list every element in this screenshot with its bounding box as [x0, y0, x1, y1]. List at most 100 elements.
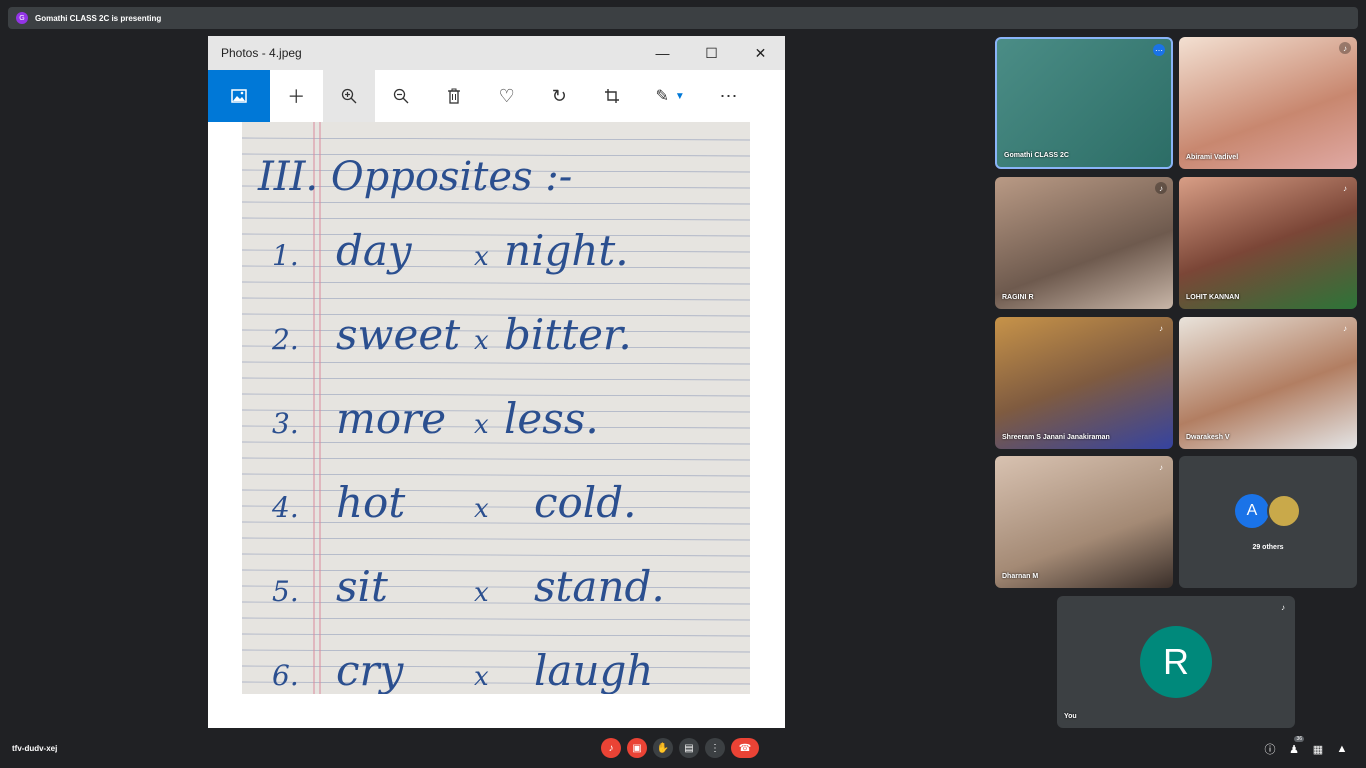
- side-panel-controls: ⓘ ♟ 36 ▦ ▲: [1258, 736, 1354, 759]
- participant-tile[interactable]: ♪ Abirami Vadivel: [1179, 37, 1357, 169]
- minimize-button[interactable]: —: [638, 36, 687, 70]
- see-all-photos-button[interactable]: [208, 70, 270, 122]
- item-opposite: night.: [504, 226, 629, 275]
- self-tile[interactable]: ♪ R You: [1057, 596, 1295, 728]
- mic-off-icon: ♪: [1159, 462, 1163, 472]
- photo-icon: [231, 89, 247, 103]
- others-tile[interactable]: A 29 others: [1179, 456, 1357, 588]
- call-controls: ♪ ▣ ✋ ▤ ⋮ ☎: [601, 738, 765, 758]
- window-titlebar[interactable]: Photos - 4.jpeg — ☐ ✕: [208, 36, 785, 70]
- favorite-button[interactable]: ♡: [480, 70, 533, 122]
- chat-button[interactable]: ▦: [1306, 739, 1330, 759]
- crop-button[interactable]: [586, 70, 639, 122]
- meeting-details-button[interactable]: ⓘ: [1258, 739, 1282, 759]
- participant-name: RAGINI R: [1002, 294, 1034, 301]
- zoom-out-icon: [394, 88, 409, 104]
- item-opposite: cold.: [534, 478, 636, 527]
- mic-toggle-button[interactable]: ♪: [601, 738, 621, 758]
- participant-tile[interactable]: ♪ Dwarakesh V: [1179, 317, 1357, 449]
- item-opposite: stand.: [534, 562, 665, 611]
- presenting-text: Gomathi CLASS 2C is presenting: [35, 13, 162, 23]
- presenter-avatar: G: [16, 12, 28, 24]
- photo-viewer-image: III. Opposites :- 1. day x night. 2. sweet x bi…: [242, 122, 750, 694]
- participant-tile[interactable]: ♪ LOHIT KANNAN: [1179, 177, 1357, 309]
- participant-tile[interactable]: ♪ Dharnan M: [995, 456, 1173, 588]
- window-title: Photos - 4.jpeg: [221, 46, 302, 60]
- info-icon: ⓘ: [1264, 744, 1276, 756]
- camera-off-icon: ▣: [632, 742, 642, 754]
- minimize-icon: —: [655, 45, 670, 61]
- more-options-icon[interactable]: ⋯: [1153, 44, 1165, 56]
- photos-toolbar: ＋ ♡ ↻ ✎ ▼ ⋯: [208, 70, 785, 122]
- people-icon: ♟: [1289, 743, 1299, 756]
- mic-off-icon: ♪: [608, 742, 614, 754]
- people-button[interactable]: ♟ 36: [1282, 736, 1306, 759]
- worksheet-photo: III. Opposites :- 1. day x night.2. sweet x bi…: [242, 122, 750, 694]
- photos-window: Photos - 4.jpeg — ☐ ✕ ＋ ♡ ↻ ✎ ▼ ⋯ III. O…: [208, 36, 785, 728]
- zoom-out-button[interactable]: [375, 70, 428, 122]
- plus-icon: ＋: [287, 87, 306, 107]
- chevron-down-icon: ▼: [674, 90, 685, 102]
- mic-off-icon: ♪: [1155, 182, 1167, 194]
- camera-toggle-button[interactable]: ▣: [627, 738, 647, 758]
- trash-icon: [448, 88, 461, 104]
- avatar: R: [1140, 626, 1212, 698]
- maximize-icon: ☐: [705, 44, 718, 61]
- close-icon: ✕: [754, 44, 767, 61]
- chat-icon: ▦: [1312, 743, 1324, 756]
- mic-off-icon: ♪: [1343, 323, 1347, 333]
- others-count-label: 29 others: [1252, 544, 1284, 551]
- present-icon: ▤: [684, 742, 694, 754]
- item-opposite: laugh: [534, 646, 653, 694]
- worksheet-heading: III. Opposites :-: [257, 154, 572, 200]
- present-button[interactable]: ▤: [679, 738, 699, 758]
- item-number: 4.: [271, 491, 299, 524]
- mic-off-icon: ♪: [1339, 42, 1351, 54]
- activities-button[interactable]: ▲: [1330, 739, 1354, 759]
- more-vert-icon: ⋮: [710, 742, 720, 754]
- item-opposite: less.: [504, 394, 599, 443]
- rotate-button[interactable]: ↻: [533, 70, 586, 122]
- people-count-badge: 36: [1294, 736, 1304, 742]
- zoom-in-icon: [341, 88, 357, 104]
- crop-icon: [604, 89, 619, 103]
- delete-button[interactable]: [428, 70, 481, 122]
- meeting-code: tfv-dudv-xej: [12, 744, 58, 753]
- raise-hand-button[interactable]: ✋: [653, 738, 673, 758]
- item-separator: x: [474, 662, 489, 692]
- leave-call-button[interactable]: ☎: [731, 738, 759, 758]
- item-word: day: [336, 226, 413, 275]
- participant-name: Dharnan M: [1002, 573, 1039, 580]
- meeting-controls-bar: tfv-dudv-xej ♪ ▣ ✋ ▤ ⋮ ☎ ⓘ ♟ 36 ▦ ▲: [0, 736, 1366, 768]
- avatar: [1267, 494, 1301, 528]
- item-number: 2.: [271, 323, 299, 356]
- edit-icon: ✎: [655, 88, 669, 105]
- heart-icon: ♡: [498, 85, 515, 106]
- item-word: hot: [336, 478, 405, 527]
- item-separator: x: [474, 494, 489, 524]
- more-options-button[interactable]: ⋮: [705, 738, 725, 758]
- add-button[interactable]: ＋: [270, 70, 323, 122]
- mic-off-icon: ♪: [1343, 183, 1347, 193]
- item-number: 6.: [272, 659, 299, 692]
- participant-tile[interactable]: ♪ RAGINI R: [995, 177, 1173, 309]
- end-call-icon: ☎: [738, 742, 752, 754]
- hand-icon: ✋: [656, 742, 670, 754]
- item-number: 5.: [272, 575, 299, 608]
- edit-and-create-button[interactable]: ✎ ▼: [638, 70, 702, 122]
- maximize-button[interactable]: ☐: [687, 36, 736, 70]
- participant-name: Gomathi CLASS 2C: [1004, 152, 1069, 159]
- mic-off-icon: ♪: [1281, 602, 1285, 612]
- participant-name: Shreeram S Janani Janakiraman: [1002, 434, 1110, 441]
- item-word: more: [336, 394, 446, 443]
- participant-tile[interactable]: ♪ Shreeram S Janani Janakiraman: [995, 317, 1173, 449]
- more-options-button[interactable]: ⋯: [702, 70, 755, 122]
- item-number: 1.: [272, 239, 299, 272]
- participant-tile[interactable]: ⋯ Gomathi CLASS 2C: [995, 37, 1173, 169]
- item-number: 3.: [272, 407, 299, 440]
- item-separator: x: [474, 242, 489, 272]
- participant-name: Dwarakesh V: [1186, 434, 1230, 441]
- close-button[interactable]: ✕: [736, 36, 785, 70]
- zoom-in-button[interactable]: [322, 70, 376, 122]
- item-word: sit: [336, 562, 388, 611]
